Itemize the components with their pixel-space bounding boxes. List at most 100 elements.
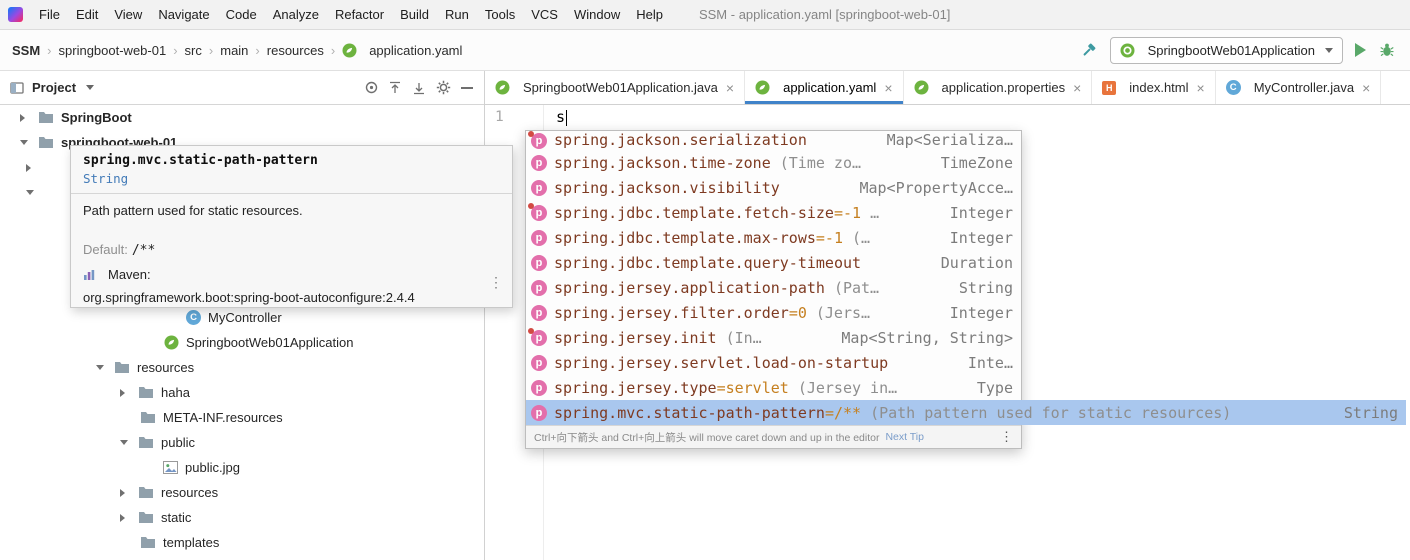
collapse-all-icon[interactable] bbox=[410, 79, 428, 97]
folder-icon bbox=[138, 436, 154, 449]
maven-icon bbox=[83, 269, 95, 281]
debug-bug-icon[interactable] bbox=[1378, 41, 1396, 59]
menu-view[interactable]: View bbox=[106, 7, 150, 22]
doc-description: Path pattern used for static resources. bbox=[83, 203, 303, 218]
tab-application-yaml[interactable]: application.yaml × bbox=[745, 71, 904, 104]
doc-property-type[interactable]: String bbox=[83, 171, 500, 186]
completion-item[interactable]: p spring.jackson.time-zone (Time zo… Tim… bbox=[526, 150, 1021, 175]
completion-item[interactable]: p spring.jersey.filter.order =0 (Jers… I… bbox=[526, 300, 1021, 325]
project-panel-title[interactable]: Project bbox=[32, 80, 76, 95]
next-tip-link[interactable]: Next Tip bbox=[885, 431, 924, 443]
expand-all-icon[interactable] bbox=[386, 79, 404, 97]
close-icon[interactable]: × bbox=[1362, 80, 1370, 96]
gear-icon[interactable] bbox=[434, 79, 452, 97]
menu-run[interactable]: Run bbox=[437, 7, 477, 22]
completion-item[interactable]: p spring.jdbc.template.fetch-size =-1 … … bbox=[526, 200, 1021, 225]
close-icon[interactable]: × bbox=[884, 80, 892, 96]
menu-code[interactable]: Code bbox=[218, 7, 265, 22]
tree-item[interactable]: public.jpg bbox=[0, 455, 484, 480]
breadcrumb-item[interactable]: SSM bbox=[8, 43, 42, 58]
breadcrumb-separator-icon: › bbox=[173, 42, 178, 58]
tab-mycontroller-java[interactable]: C MyController.java × bbox=[1216, 71, 1382, 104]
breadcrumb-item[interactable]: src bbox=[183, 43, 204, 58]
menu-tools[interactable]: Tools bbox=[477, 7, 523, 22]
tree-item[interactable]: haha bbox=[0, 380, 484, 405]
tab-springbootweb01application-java[interactable]: SpringbootWeb01Application.java × bbox=[485, 71, 746, 104]
tab-application-properties[interactable]: application.properties × bbox=[904, 71, 1093, 104]
completion-item-selected[interactable]: p spring.mvc.static-path-pattern =/** (P… bbox=[526, 400, 1406, 425]
tree-item[interactable]: static bbox=[0, 505, 484, 530]
property-name: spring.jersey.servlet.load-on-startup bbox=[554, 353, 889, 372]
menu-file[interactable]: File bbox=[31, 7, 68, 22]
completion-item[interactable]: p spring.jersey.application-path (Pat… S… bbox=[526, 275, 1021, 300]
more-options-icon[interactable]: ⋮ bbox=[489, 274, 503, 291]
property-type: Map<String, String> bbox=[841, 328, 1013, 347]
breadcrumb-item[interactable]: springboot-web-01 bbox=[57, 43, 169, 58]
editor-tabs: SpringbootWeb01Application.java × applic… bbox=[485, 71, 1410, 105]
tree-item[interactable]: C MyController bbox=[0, 305, 484, 330]
breadcrumb-file[interactable]: application.yaml bbox=[340, 43, 464, 58]
menu-navigate[interactable]: Navigate bbox=[150, 7, 217, 22]
run-configuration-select[interactable]: SpringbootWeb01Application bbox=[1109, 36, 1343, 64]
run-button[interactable] bbox=[1355, 43, 1366, 57]
chevron-down-icon[interactable] bbox=[96, 365, 106, 370]
menu-refactor[interactable]: Refactor bbox=[327, 7, 392, 22]
chevron-right-icon[interactable] bbox=[120, 513, 130, 522]
menu-help[interactable]: Help bbox=[628, 7, 671, 22]
tree-item[interactable]: public bbox=[0, 430, 484, 455]
completion-item[interactable]: p spring.jersey.init (In… Map<String, St… bbox=[526, 325, 1021, 350]
spring-leaf-icon bbox=[755, 80, 770, 95]
tree-item[interactable]: resources bbox=[0, 355, 484, 380]
tree-item-label: templates bbox=[163, 535, 220, 550]
more-options-icon[interactable]: ⋮ bbox=[1000, 429, 1013, 445]
menu-build[interactable]: Build bbox=[392, 7, 437, 22]
close-icon[interactable]: × bbox=[726, 80, 734, 96]
menu-window[interactable]: Window bbox=[566, 7, 628, 22]
property-description: … bbox=[870, 203, 880, 222]
chevron-right-icon[interactable] bbox=[20, 113, 30, 122]
breadcrumb-item[interactable]: resources bbox=[265, 43, 326, 58]
property-icon: p bbox=[528, 131, 547, 149]
completion-item[interactable]: p spring.jdbc.template.query-timeout Dur… bbox=[526, 250, 1021, 275]
tab-label: application.properties bbox=[941, 80, 1066, 95]
property-type: TimeZone bbox=[940, 153, 1013, 172]
close-icon[interactable]: × bbox=[1073, 80, 1081, 96]
chevron-right-icon[interactable] bbox=[26, 163, 36, 172]
tab-index-html[interactable]: H index.html × bbox=[1092, 71, 1216, 104]
locate-file-icon[interactable] bbox=[362, 79, 380, 97]
completion-item[interactable]: p spring.jersey.servlet.load-on-startup … bbox=[526, 350, 1021, 375]
chevron-right-icon[interactable] bbox=[120, 488, 130, 497]
property-name: spring.jackson.time-zone bbox=[554, 153, 771, 172]
tree-item-label: resources bbox=[161, 485, 219, 500]
chevron-right-icon[interactable] bbox=[120, 388, 130, 397]
chevron-down-icon[interactable] bbox=[20, 140, 30, 145]
chevron-down-icon[interactable] bbox=[26, 190, 36, 195]
close-icon[interactable]: × bbox=[1197, 80, 1205, 96]
tree-item[interactable]: SpringBoot bbox=[0, 105, 484, 130]
menu-edit[interactable]: Edit bbox=[68, 7, 106, 22]
property-icon: p bbox=[531, 154, 547, 171]
doc-property-name: spring.mvc.static-path-pattern bbox=[83, 153, 318, 168]
tree-item-label: haha bbox=[161, 385, 190, 400]
tree-item[interactable]: SpringbootWeb01Application bbox=[0, 330, 484, 355]
menu-analyze[interactable]: Analyze bbox=[265, 7, 327, 22]
menu-vcs[interactable]: VCS bbox=[523, 7, 566, 22]
tree-item[interactable]: META-INF.resources bbox=[0, 405, 484, 430]
spring-leaf-icon bbox=[342, 43, 357, 58]
tree-item[interactable]: templates bbox=[0, 530, 484, 555]
hide-panel-icon[interactable] bbox=[458, 79, 476, 97]
property-description: (Pat… bbox=[833, 278, 880, 297]
completion-item[interactable]: p spring.jackson.visibility Map<Property… bbox=[526, 175, 1021, 200]
completion-item[interactable]: p spring.jackson.serialization Map<Seria… bbox=[526, 131, 1021, 150]
completion-item[interactable]: p spring.jersey.type =servlet (Jersey in… bbox=[526, 375, 1021, 400]
tree-item[interactable]: resources bbox=[0, 480, 484, 505]
breadcrumb-item[interactable]: main bbox=[218, 43, 250, 58]
chevron-down-icon[interactable] bbox=[120, 440, 130, 445]
folder-icon bbox=[138, 486, 154, 499]
build-hammer-icon[interactable] bbox=[1080, 41, 1098, 59]
completion-item[interactable]: p spring.jdbc.template.max-rows =-1 (… I… bbox=[526, 225, 1021, 250]
chevron-down-icon[interactable] bbox=[86, 85, 95, 90]
spring-leaf-icon bbox=[914, 80, 929, 95]
code-text: s bbox=[556, 108, 566, 126]
run-configuration-label: SpringbootWeb01Application bbox=[1147, 42, 1315, 58]
